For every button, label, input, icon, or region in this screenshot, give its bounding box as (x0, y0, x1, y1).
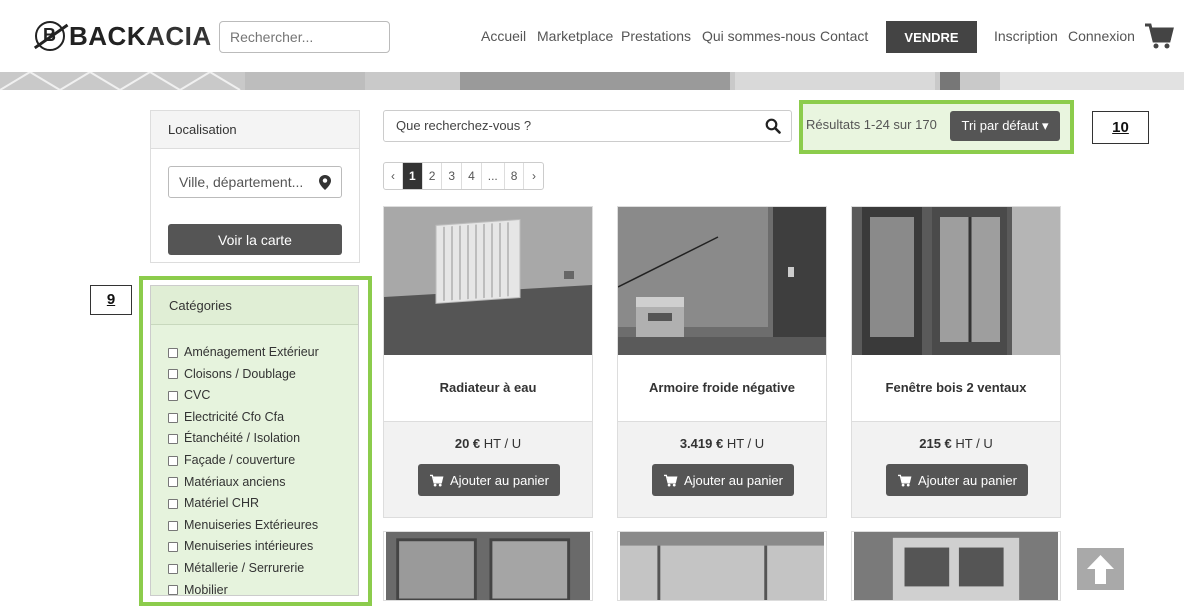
product-image-radiateur[interactable] (384, 207, 592, 355)
add-to-cart-button[interactable]: Ajouter au panier (418, 464, 560, 496)
cart-icon (429, 474, 444, 487)
header-search-input[interactable] (219, 21, 390, 53)
product-image-partial[interactable] (617, 531, 827, 601)
page-prev[interactable]: ‹ (384, 163, 403, 189)
add-to-cart-button[interactable]: Ajouter au panier (886, 464, 1028, 496)
annotation-label-10: 10 (1092, 111, 1149, 144)
product-price: 3.419 € HT / U (679, 436, 765, 451)
product-image-partial[interactable] (383, 531, 593, 601)
nav-contact[interactable]: Contact (820, 28, 868, 44)
scroll-to-top-arrow-icon[interactable] (1077, 548, 1124, 590)
main-search-placeholder: Que recherchez-vous ? (396, 118, 532, 133)
vendre-button[interactable]: VENDRE (886, 21, 977, 53)
logo[interactable]: B BACKACIA (35, 20, 212, 52)
top-navbar: B BACKACIA Accueil Marketplace Prestatio… (0, 0, 1184, 72)
logo-text: BACKACIA (69, 20, 212, 51)
product-card[interactable]: Armoire froide négative 3.419 € HT / U A… (617, 206, 827, 518)
location-input[interactable]: Ville, département... (168, 166, 342, 198)
hero-banner-image (0, 72, 1184, 90)
logo-mark-icon: B (35, 21, 65, 51)
product-image-armoire[interactable] (618, 207, 826, 355)
add-to-cart-button[interactable]: Ajouter au panier (652, 464, 794, 496)
main-search-input[interactable]: Que recherchez-vous ? (383, 110, 792, 142)
product-title[interactable]: Radiateur à eau (384, 355, 592, 421)
shopping-cart-icon[interactable] (1144, 22, 1174, 50)
nav-qui-sommes-nous[interactable]: Qui sommes-nous (702, 28, 816, 44)
highlight-box-categories (139, 276, 372, 606)
sort-dropdown[interactable]: Tri par défaut ▾ (950, 111, 1060, 141)
page-4[interactable]: 4 (462, 163, 482, 189)
nav-accueil[interactable]: Accueil (481, 28, 526, 44)
nav-connexion[interactable]: Connexion (1068, 28, 1135, 44)
voir-la-carte-button[interactable]: Voir la carte (168, 224, 342, 255)
page-3[interactable]: 3 (442, 163, 463, 189)
product-title[interactable]: Armoire froide négative (618, 355, 826, 421)
page-next[interactable]: › (524, 163, 543, 189)
annotation-label-9: 9 (90, 285, 132, 315)
product-image-partial[interactable] (851, 531, 1061, 601)
localisation-title: Localisation (151, 111, 359, 149)
product-price: 20 € HT / U (454, 436, 522, 451)
nav-marketplace[interactable]: Marketplace (537, 28, 613, 44)
pagination: ‹ 1 2 3 4 ... 8 › (383, 162, 545, 190)
product-card[interactable]: Radiateur à eau 20 € HT / U Ajouter au p… (383, 206, 593, 518)
cart-icon (663, 474, 678, 487)
page-ellipsis: ... (482, 163, 505, 189)
page-2[interactable]: 2 (423, 163, 443, 189)
page-1[interactable]: 1 (403, 163, 423, 189)
page-8[interactable]: 8 (505, 163, 525, 189)
product-price: 215 € HT / U (919, 436, 993, 451)
product-footer: 20 € HT / U Ajouter au panier (384, 421, 592, 517)
product-footer: 3.419 € HT / U Ajouter au panier (618, 421, 826, 517)
map-pin-icon (319, 175, 331, 190)
nav-inscription[interactable]: Inscription (994, 28, 1058, 44)
nav-prestations[interactable]: Prestations (621, 28, 691, 44)
product-title[interactable]: Fenêtre bois 2 ventaux (852, 355, 1060, 421)
cart-icon (897, 474, 912, 487)
location-placeholder: Ville, département... (179, 174, 304, 190)
search-icon[interactable] (765, 118, 781, 134)
results-count: Résultats 1-24 sur 170 (806, 117, 937, 132)
product-image-fenetre[interactable] (852, 207, 1060, 355)
product-footer: 215 € HT / U Ajouter au panier (852, 421, 1060, 517)
product-card[interactable]: Fenêtre bois 2 ventaux 215 € HT / U Ajou… (851, 206, 1061, 518)
